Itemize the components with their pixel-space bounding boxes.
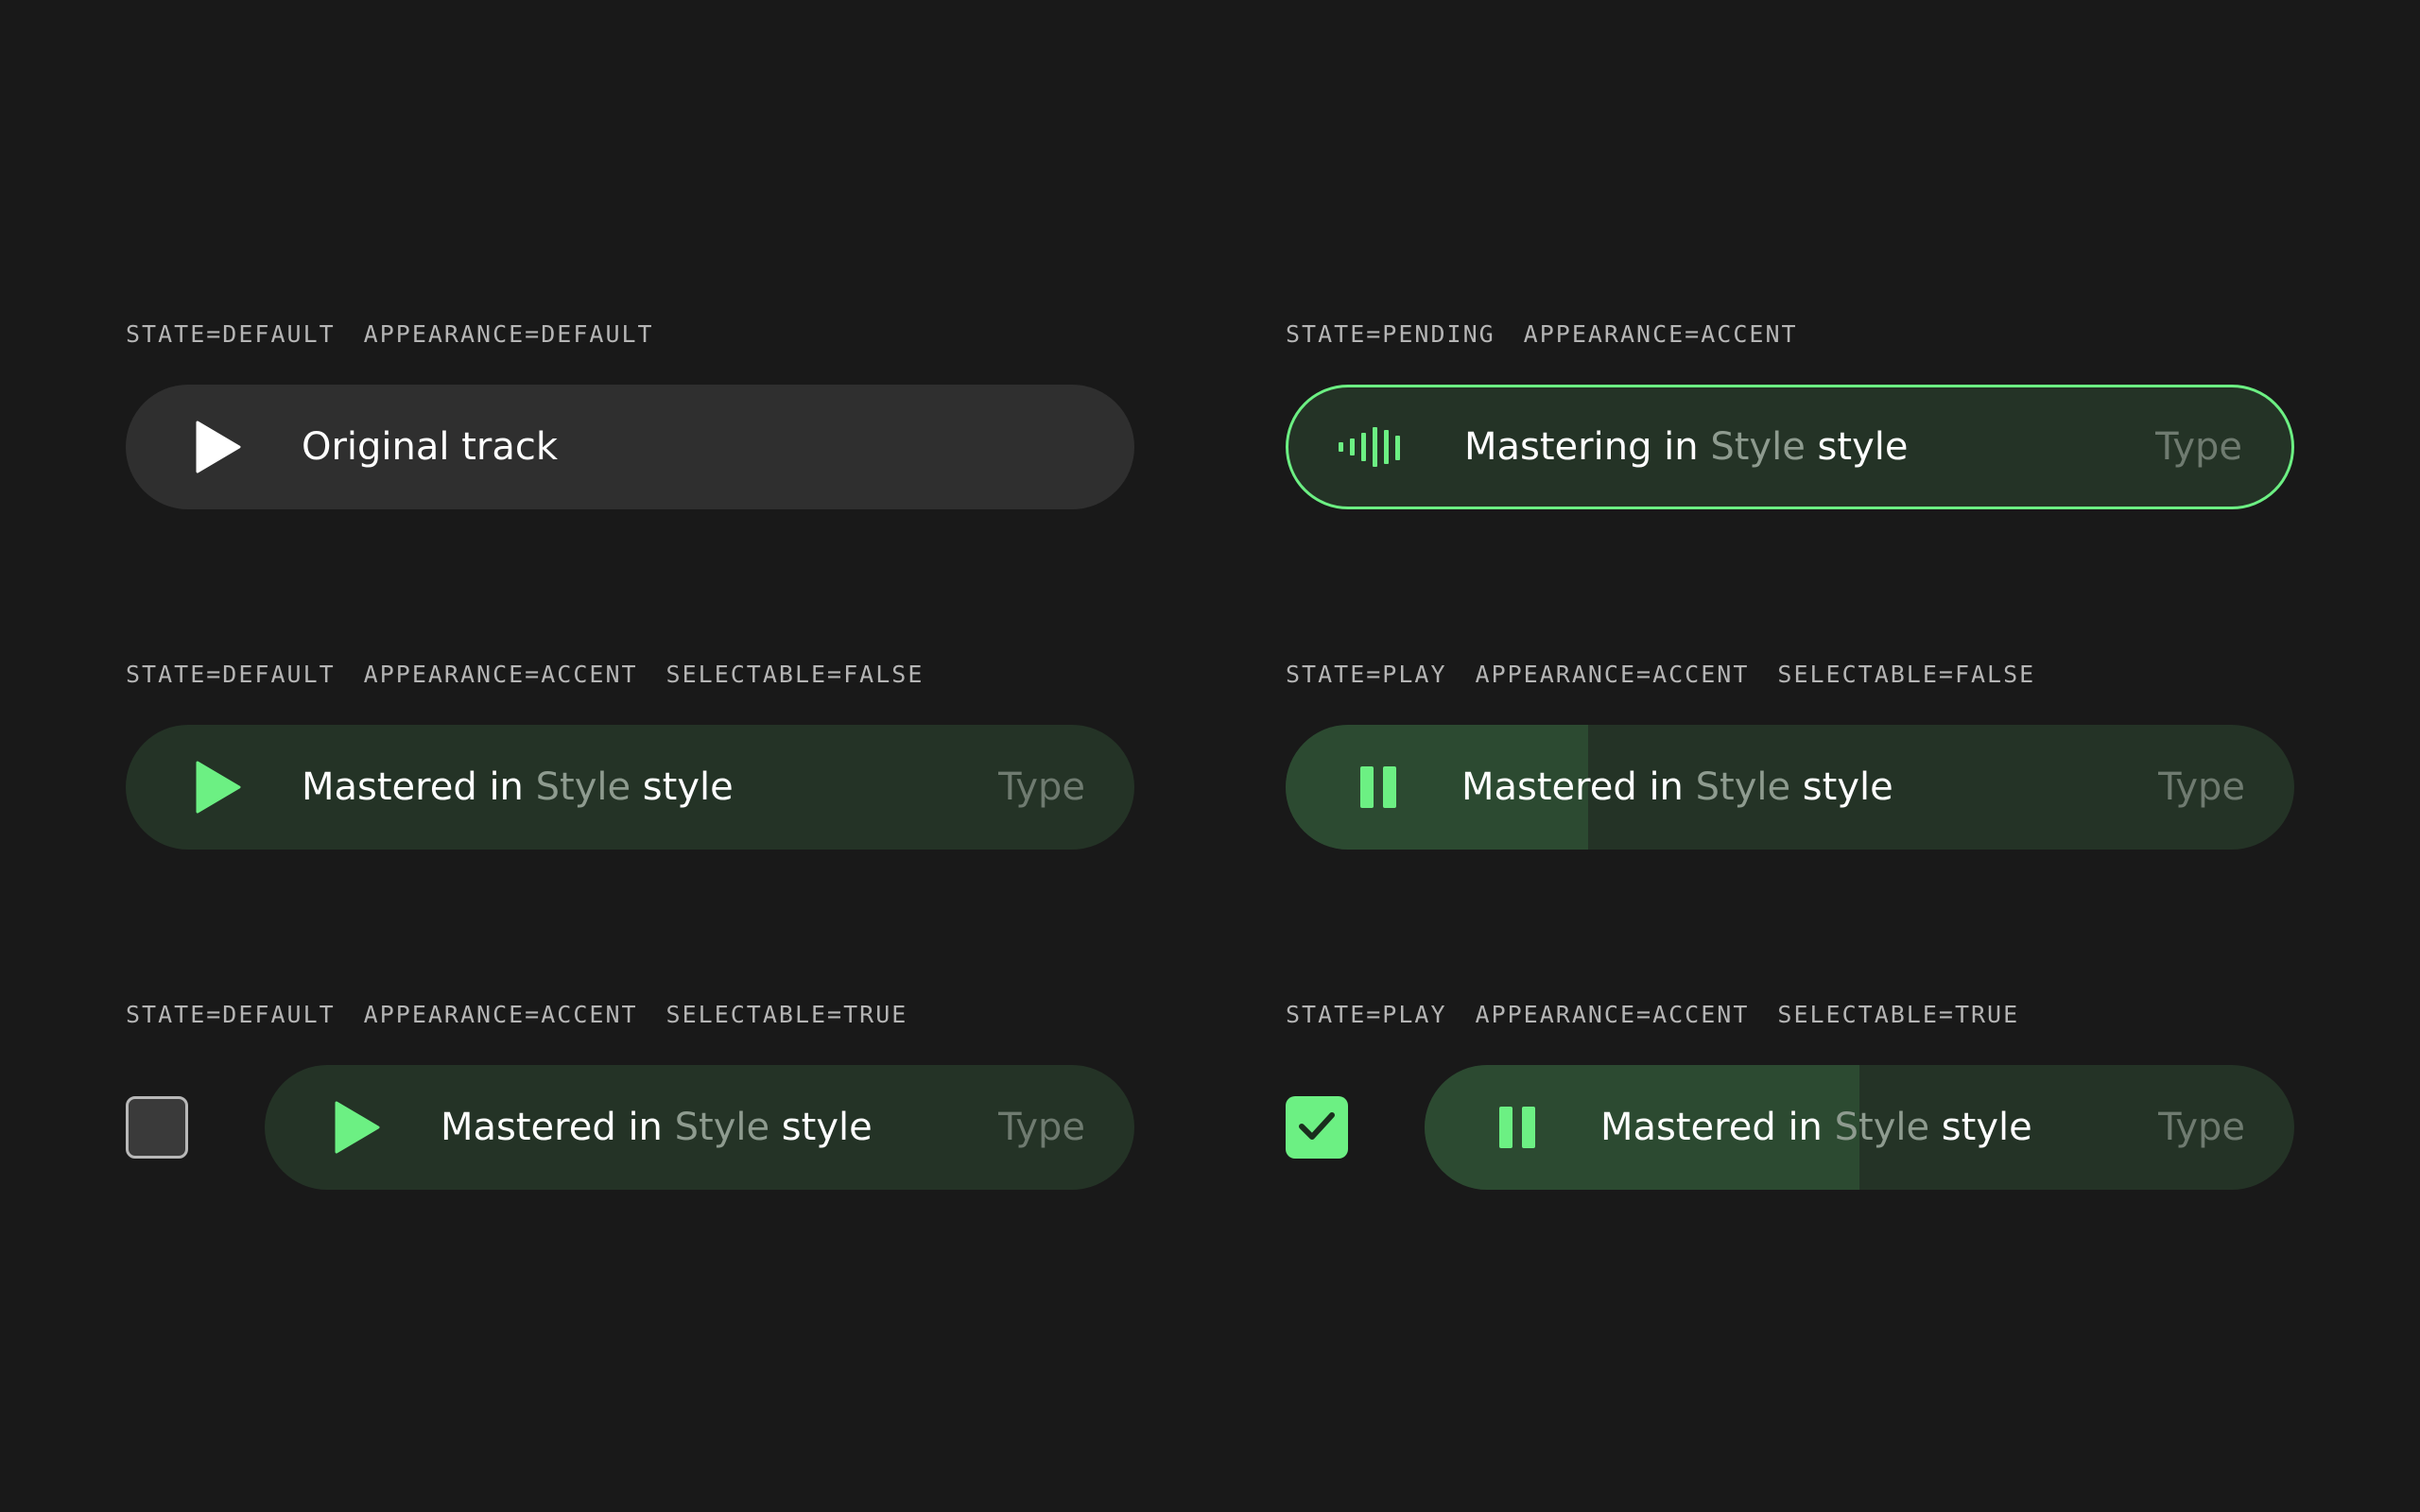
track-title: Mastered in Style style [302, 765, 734, 809]
caption-appearance: APPEARANCE=ACCENT [1475, 1000, 1750, 1028]
caption-selectable: SELECTABLE=TRUE [1777, 1000, 2020, 1028]
caption-state: STATE=PLAY [1286, 1000, 1447, 1028]
track-pill[interactable]: Original track [126, 385, 1134, 509]
variant-caption: STATE=PLAY APPEARANCE=ACCENT SELECTABLE=… [1286, 655, 2035, 693]
style-name: Style [1834, 1106, 1930, 1149]
caption-state: STATE=DEFAULT [126, 1000, 336, 1028]
track-pill[interactable]: Mastered in Style style Type [265, 1065, 1134, 1190]
caption-appearance: APPEARANCE=DEFAULT [363, 319, 654, 348]
track-title: Mastering in Style style [1464, 425, 1909, 469]
caption-state: STATE=PLAY [1286, 660, 1447, 688]
variant-default-accent: STATE=DEFAULT APPEARANCE=ACCENT SELECTAB… [126, 655, 1134, 853]
track-pill[interactable]: Mastered in Style style Type [1286, 725, 2294, 850]
style-name: Style [1710, 425, 1806, 469]
play-icon[interactable] [331, 1101, 384, 1154]
caption-appearance: APPEARANCE=ACCENT [1475, 660, 1750, 688]
variant-default-accent-selectable: STATE=DEFAULT APPEARANCE=ACCENT SELECTAB… [126, 995, 1134, 1194]
track-pill[interactable]: Mastering in Style style Type [1286, 385, 2294, 509]
play-icon[interactable] [192, 421, 245, 473]
select-checkbox[interactable] [1286, 1096, 1348, 1159]
variant-default-default: STATE=DEFAULT APPEARANCE=DEFAULT Origina… [126, 315, 1134, 513]
track-pill[interactable]: Mastered in Style style Type [1425, 1065, 2294, 1190]
variant-caption: STATE=DEFAULT APPEARANCE=ACCENT SELECTAB… [126, 655, 924, 693]
track-title: Original track [302, 425, 559, 469]
variant-caption: STATE=PENDING APPEARANCE=ACCENT [1286, 315, 1798, 352]
track-title: Mastered in Style style [441, 1106, 873, 1149]
variant-caption: STATE=DEFAULT APPEARANCE=DEFAULT [126, 315, 654, 352]
pause-icon[interactable] [1352, 761, 1405, 814]
caption-appearance: APPEARANCE=ACCENT [363, 1000, 638, 1028]
style-name: Style [1695, 765, 1791, 809]
caption-selectable: SELECTABLE=TRUE [666, 1000, 908, 1028]
component-showcase: STATE=DEFAULT APPEARANCE=DEFAULT Origina… [0, 0, 2420, 1512]
variant-caption: STATE=PLAY APPEARANCE=ACCENT SELECTABLE=… [1286, 995, 2019, 1033]
track-title: Mastered in Style style [1600, 1106, 2032, 1149]
variant-pending-accent: STATE=PENDING APPEARANCE=ACCENT Masterin… [1286, 315, 2294, 513]
pause-icon[interactable] [1491, 1101, 1544, 1154]
track-type: Type [2155, 425, 2242, 469]
track-type: Type [998, 1106, 1085, 1149]
track-type: Type [998, 765, 1085, 809]
caption-appearance: APPEARANCE=ACCENT [363, 660, 638, 688]
variant-play-accent-selectable: STATE=PLAY APPEARANCE=ACCENT SELECTABLE=… [1286, 995, 2294, 1194]
style-name: Style [674, 1106, 770, 1149]
caption-appearance: APPEARANCE=ACCENT [1523, 319, 1798, 348]
caption-state: STATE=DEFAULT [126, 660, 336, 688]
checkmark-icon [1299, 1112, 1335, 1140]
waveform-icon [1336, 421, 1411, 473]
play-icon[interactable] [192, 761, 245, 814]
caption-selectable: SELECTABLE=FALSE [666, 660, 925, 688]
style-name: Style [535, 765, 631, 809]
track-type: Type [2158, 765, 2245, 809]
variant-play-accent: STATE=PLAY APPEARANCE=ACCENT SELECTABLE=… [1286, 655, 2294, 853]
caption-state: STATE=PENDING [1286, 319, 1495, 348]
track-type: Type [2158, 1106, 2245, 1149]
caption-state: STATE=DEFAULT [126, 319, 336, 348]
track-title: Mastered in Style style [1461, 765, 1893, 809]
track-pill[interactable]: Mastered in Style style Type [126, 725, 1134, 850]
select-checkbox[interactable] [126, 1096, 188, 1159]
variant-caption: STATE=DEFAULT APPEARANCE=ACCENT SELECTAB… [126, 995, 908, 1033]
caption-selectable: SELECTABLE=FALSE [1777, 660, 2036, 688]
